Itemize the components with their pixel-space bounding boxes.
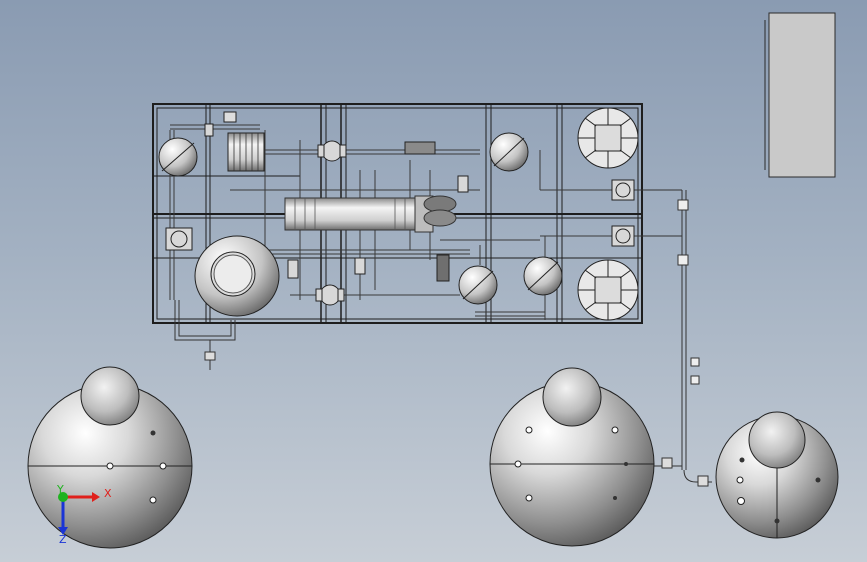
triad-x-label: X [104,487,112,500]
skid-vessel-2[interactable] [489,132,529,172]
assembly-scene[interactable]: X Y Z [0,0,867,562]
skid-vessel-1[interactable] [158,137,198,177]
cad-viewport[interactable]: X Y Z [0,0,867,562]
heat-exchanger[interactable] [284,195,457,233]
cooling-fan-upper[interactable] [577,107,639,169]
triad-y-label: Y [56,483,64,496]
storage-sphere-left[interactable] [27,366,193,549]
storage-sphere-middle[interactable] [489,367,655,547]
filter-housing[interactable] [223,111,265,172]
cooling-fan-lower[interactable] [577,259,639,321]
triad-z-label: Z [59,533,67,546]
skid-vessel-4[interactable] [523,256,563,296]
storage-sphere-right[interactable] [715,411,839,539]
buffer-tank[interactable] [194,235,280,317]
side-panel[interactable] [768,12,836,178]
skid-vessel-3[interactable] [458,265,498,305]
